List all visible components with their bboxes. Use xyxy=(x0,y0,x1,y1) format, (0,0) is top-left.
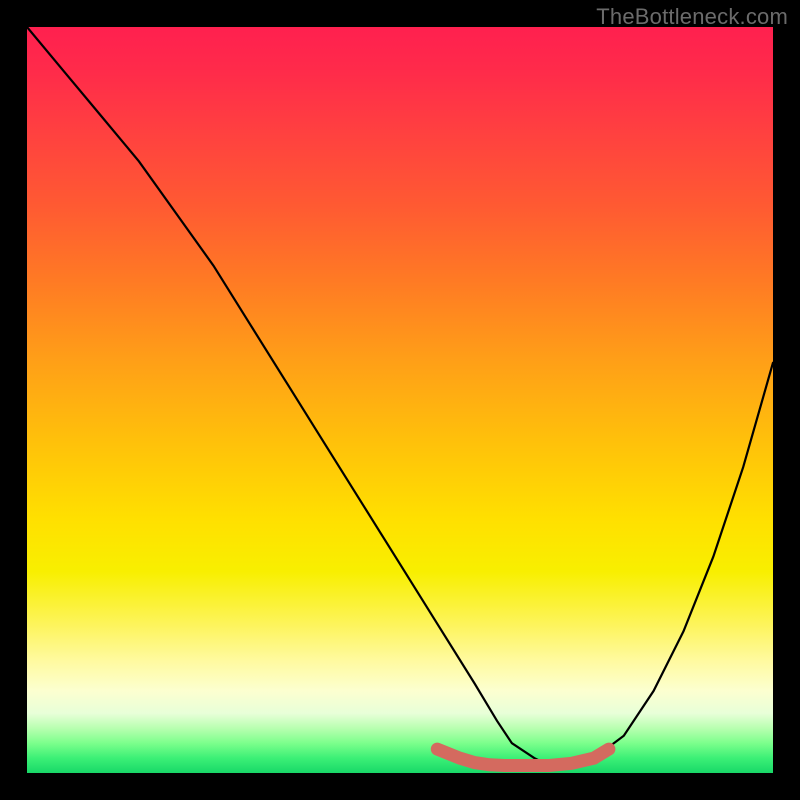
plot-area xyxy=(27,27,773,773)
chart-frame: TheBottleneck.com xyxy=(0,0,800,800)
curve-layer xyxy=(27,27,773,773)
bottleneck-curve xyxy=(27,27,773,766)
watermark-text: TheBottleneck.com xyxy=(596,4,788,30)
